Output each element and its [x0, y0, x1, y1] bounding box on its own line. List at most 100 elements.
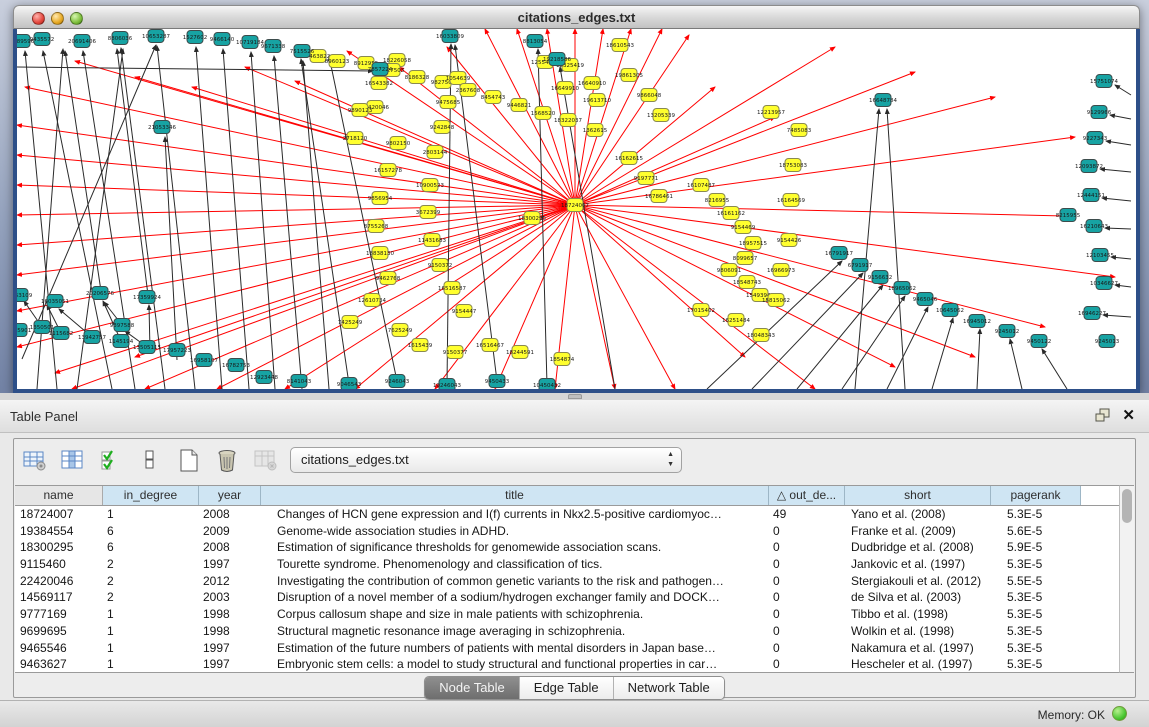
network-node[interactable]: 16640910 [578, 77, 606, 90]
network-node[interactable]: 16157278 [374, 164, 402, 177]
network-node[interactable]: 7485083 [787, 124, 812, 137]
network-node[interactable]: 16210643 [1080, 220, 1108, 233]
network-node[interactable]: 9245012 [995, 325, 1020, 338]
network-node[interactable]: 12213957 [757, 106, 785, 119]
network-node[interactable]: 10450432 [533, 379, 561, 390]
network-node[interactable]: 8806036 [108, 32, 133, 45]
network-node[interactable]: 10346627 [1090, 277, 1118, 290]
citation-network-graph[interactable]: 7463822896012389129551822605898275031654… [17, 29, 1136, 389]
show-column-icon[interactable] [58, 445, 88, 475]
network-node[interactable]: 21053346 [148, 121, 176, 134]
table-row[interactable]: 969969511998Structural magnetic resonanc… [15, 623, 1121, 640]
table-row[interactable]: 1456911722003Disruption of a novel membe… [15, 589, 1121, 606]
column-header-year[interactable]: year [199, 486, 261, 505]
network-node[interactable]: 9856954 [368, 192, 393, 205]
delete-column-icon[interactable] [212, 445, 242, 475]
column-header-out_de[interactable]: △ out_de... [769, 486, 845, 505]
network-node[interactable]: 18322037 [554, 114, 582, 127]
network-node[interactable]: 10246043 [433, 379, 461, 390]
network-node[interactable]: 1568520 [531, 107, 556, 120]
network-node[interactable]: 2367608 [456, 84, 481, 97]
table-row[interactable]: 946554611997Estimation of the future num… [15, 640, 1121, 657]
network-node[interactable]: 12444151 [1077, 189, 1105, 202]
network-node[interactable]: 9446821 [507, 99, 532, 112]
split-handle[interactable] [568, 394, 582, 399]
network-node[interactable]: 19861305 [615, 69, 643, 82]
network-node[interactable]: 15751074 [1090, 75, 1118, 88]
tab-edge-table[interactable]: Edge Table [520, 677, 614, 699]
network-node[interactable]: 18957515 [739, 237, 767, 250]
network-node[interactable]: 16648784 [869, 94, 897, 107]
row-height-icon[interactable] [135, 445, 165, 475]
column-header-name[interactable]: name [15, 486, 103, 505]
network-node[interactable]: 16786461 [645, 190, 673, 203]
close-icon[interactable]: ✕ [1122, 408, 1135, 424]
table-row[interactable]: 911546021997Tourette syndrome. Phenomeno… [15, 556, 1121, 573]
network-node[interactable]: 9450433 [485, 375, 510, 388]
import-table-icon[interactable] [251, 445, 281, 475]
network-node[interactable]: 16945012 [963, 315, 991, 328]
network-node[interactable]: 12103455 [1086, 249, 1114, 262]
network-node[interactable]: 16946227 [1078, 307, 1106, 320]
network-node[interactable]: 1145194 [109, 335, 134, 348]
table-select[interactable]: citations_edges.txt ▲▼ [290, 447, 682, 473]
network-node[interactable]: 9227343 [1083, 132, 1108, 145]
network-node[interactable]: 8454743 [481, 91, 506, 104]
network-node[interactable]: 16958107 [190, 354, 218, 367]
network-node[interactable]: 16164569 [777, 194, 805, 207]
network-node[interactable]: 20691406 [68, 35, 96, 48]
network-node[interactable]: 16033809 [436, 30, 464, 43]
network-node[interactable]: 12093872 [1075, 160, 1103, 173]
network-node[interactable]: 18753083 [779, 159, 807, 172]
network-canvas[interactable]: 7463822896012389129551822605898275031654… [13, 29, 1140, 393]
network-node[interactable]: 9154447 [452, 305, 477, 318]
table-scrollbar[interactable] [1119, 485, 1134, 673]
network-node[interactable]: 16782753 [222, 359, 250, 372]
network-node[interactable]: 9129966 [1087, 106, 1112, 119]
column-header-pagerank[interactable]: pagerank [991, 486, 1081, 505]
column-header-in_degree[interactable]: in_degree [103, 486, 199, 505]
network-node[interactable]: 16791917 [825, 247, 853, 260]
network-window-titlebar[interactable]: citations_edges.txt [13, 5, 1140, 29]
network-node[interactable]: 17359924 [133, 291, 161, 304]
network-node[interactable]: 11431683 [418, 234, 446, 247]
network-node[interactable]: 9150377 [443, 346, 468, 359]
table-row[interactable]: 1872400712008Changes of HCN gene express… [15, 506, 1121, 523]
network-node[interactable]: 10653287 [142, 30, 170, 43]
network-node[interactable]: 8813054 [523, 35, 548, 48]
network-node[interactable]: 16162615 [615, 152, 643, 165]
column-header-title[interactable]: title [261, 486, 769, 505]
network-node[interactable]: 1615439 [408, 339, 433, 352]
network-node[interactable]: 9245013 [1095, 335, 1120, 348]
network-node[interactable]: 13205339 [647, 109, 675, 122]
column-header-short[interactable]: short [845, 486, 991, 505]
network-node[interactable]: 9475685 [436, 96, 461, 109]
tab-node-table[interactable]: Node Table [425, 677, 520, 699]
network-node[interactable]: 9242848 [430, 121, 455, 134]
network-node[interactable]: 9450122 [1027, 335, 1052, 348]
network-node[interactable]: 2063109 [17, 289, 33, 302]
network-node[interactable]: 7425249 [338, 316, 363, 329]
network-node[interactable]: 18548743 [733, 276, 761, 289]
network-node[interactable]: 13505115 [133, 341, 161, 354]
network-node[interactable]: 9246043 [385, 375, 410, 388]
table-row[interactable]: 946362711997Embryonic stem cells: a mode… [15, 656, 1121, 673]
network-node[interactable]: 16251484 [722, 314, 750, 327]
network-node[interactable]: 8216955 [705, 194, 730, 207]
table-row[interactable]: 977716911998Corpus callosum shape and si… [15, 606, 1121, 623]
network-node[interactable]: 9154426 [777, 234, 802, 247]
network-node[interactable]: 8186328 [405, 71, 430, 84]
table-mode-icon[interactable] [20, 445, 50, 475]
scrollbar-thumb[interactable] [1122, 489, 1132, 523]
float-window-icon[interactable] [1095, 408, 1111, 428]
table-row[interactable]: 1938455462009Genome-wide association stu… [15, 523, 1121, 540]
column-header-filler[interactable] [1081, 486, 1121, 505]
network-node[interactable]: 9671338 [261, 40, 286, 53]
network-node[interactable]: 1854874 [550, 353, 575, 366]
network-node[interactable]: 17015402 [687, 304, 715, 317]
select-columns-icon[interactable] [97, 445, 127, 475]
network-node[interactable]: 9397588 [110, 319, 135, 332]
network-node[interactable]: 10645062 [936, 304, 964, 317]
network-node[interactable]: 18610543 [606, 39, 634, 52]
new-column-icon[interactable] [174, 445, 204, 475]
